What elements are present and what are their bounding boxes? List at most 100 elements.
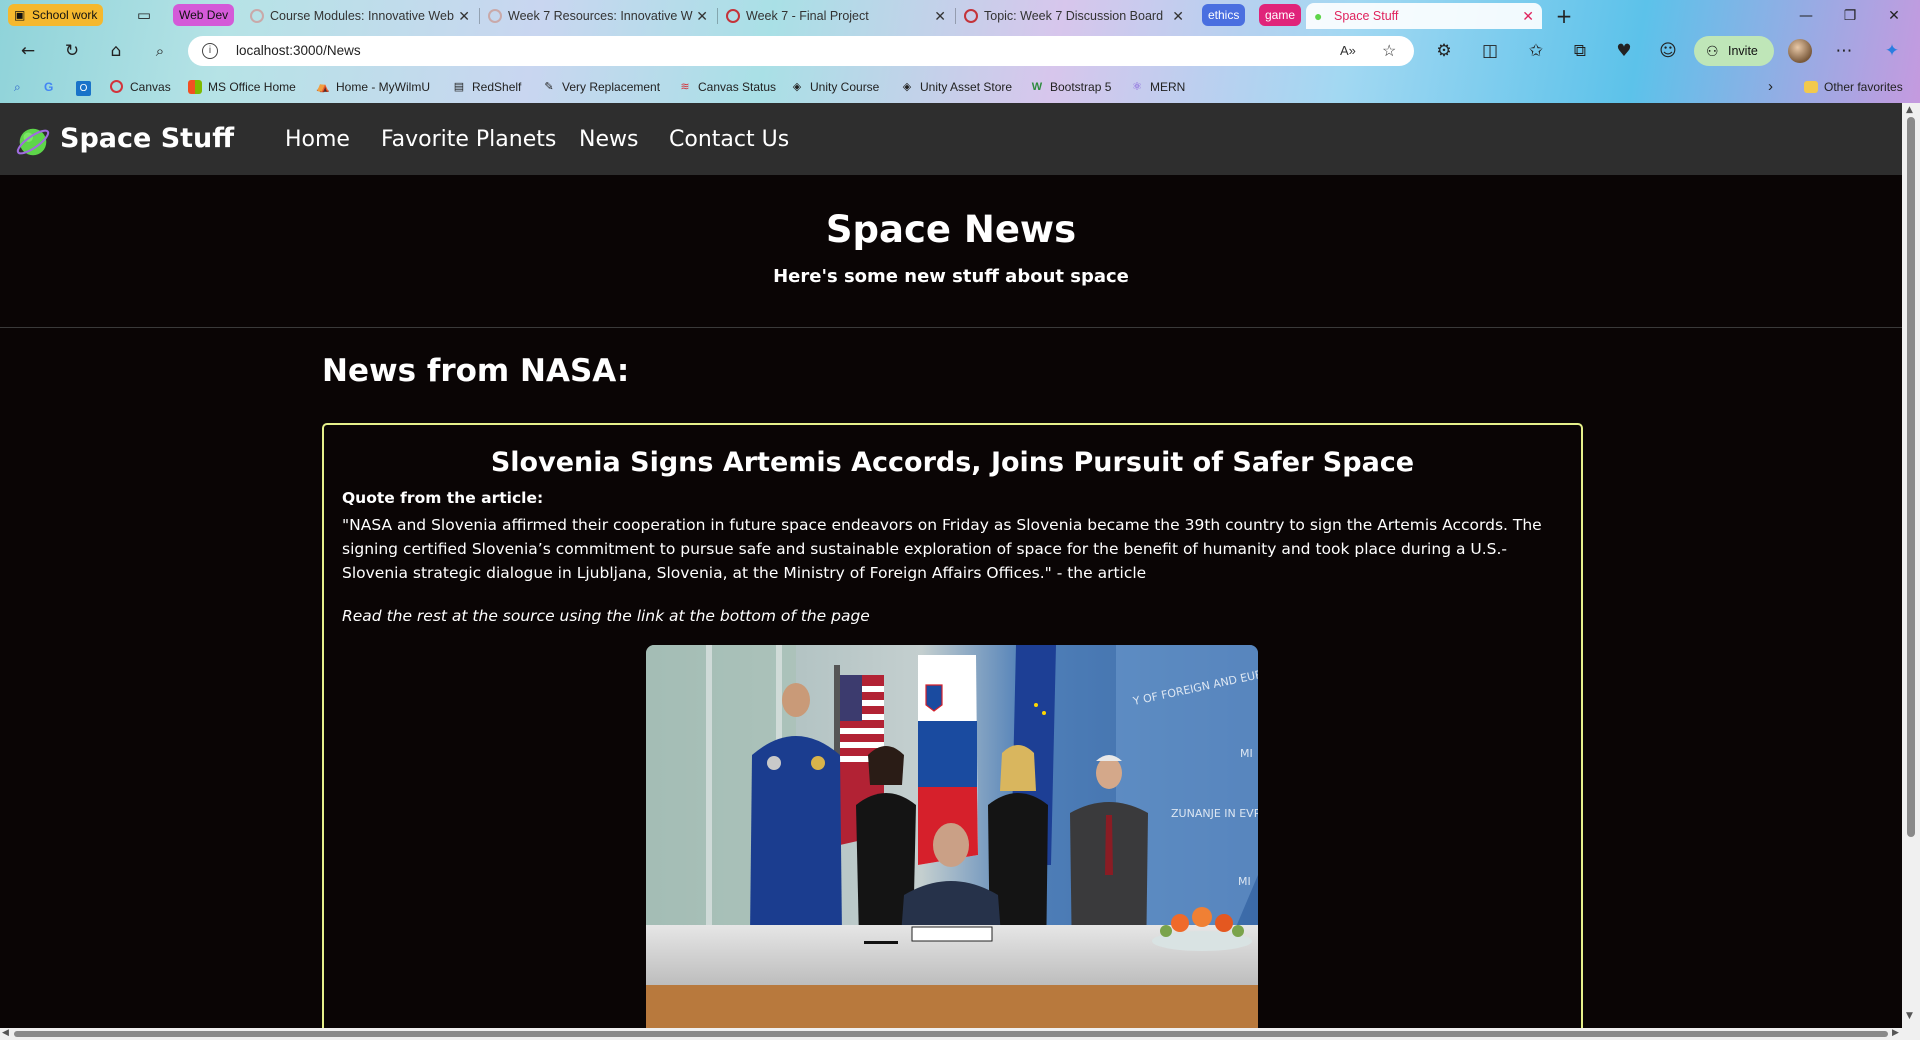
quote-label: Quote from the article: <box>342 489 544 507</box>
search-icon[interactable]: ⌕ <box>148 39 172 63</box>
home-icon[interactable]: ⌂ <box>104 39 128 63</box>
close-icon[interactable]: ✕ <box>1172 3 1184 29</box>
status-icon: ≋ <box>680 81 690 93</box>
bookmark-canvas-status[interactable]: ≋ Canvas Status <box>678 76 776 98</box>
canvas-icon <box>726 9 740 23</box>
maximize-button[interactable]: ❐ <box>1830 4 1870 28</box>
photo-wall-text: MI <box>1238 875 1251 888</box>
bookmarks-overflow-chevron-icon[interactable]: › <box>1768 76 1773 98</box>
close-window-button[interactable]: ✕ <box>1874 4 1914 28</box>
bookmark-unity-asset-store[interactable]: ◈ Unity Asset Store <box>900 76 1012 98</box>
read-more-note: Read the rest at the source using the li… <box>342 607 870 625</box>
bookmark-very-replacement[interactable]: ✎ Very Replacement <box>542 76 660 98</box>
nav-home[interactable]: Home <box>285 127 350 152</box>
more-options-icon[interactable]: ⋯ <box>1832 39 1856 63</box>
planet-logo-icon <box>16 128 50 156</box>
canvas-icon <box>488 9 502 23</box>
bookmarks-bar: ⌕ G O Canvas MS Office Home ⛺ Home - MyW… <box>0 70 1920 103</box>
photo-wall-text: ZUNANJE IN EVRO <box>1171 807 1258 820</box>
planet-icon: ● <box>1314 8 1323 24</box>
tab-group-ethics[interactable]: ethics <box>1202 4 1246 26</box>
vertical-scrollbar[interactable]: ▲ ▼ <box>1902 103 1920 1028</box>
workspace-icon: ▣ <box>14 8 26 22</box>
people-icon: ⚇ <box>1706 43 1719 59</box>
close-icon[interactable]: ✕ <box>934 3 946 29</box>
new-tab-button[interactable]: + <box>1544 4 1584 28</box>
article-quote: "NASA and Slovenia affirmed their cooper… <box>342 516 1542 582</box>
canvas-icon <box>964 9 978 23</box>
page-subtitle: Here's some new stuff about space <box>773 266 1129 287</box>
tab-actions-icon[interactable]: ▭ <box>132 3 156 27</box>
site-info-icon[interactable]: i <box>202 43 218 59</box>
refresh-icon[interactable]: ↻ <box>60 39 84 63</box>
horizontal-scrollbar[interactable]: ◀ ▶ <box>0 1028 1902 1040</box>
scroll-down-icon[interactable]: ▼ <box>1906 1011 1913 1021</box>
avatar[interactable] <box>1788 39 1812 63</box>
feedback-icon[interactable]: ☺ <box>1656 39 1680 63</box>
site-navbar: Space Stuff Home Favorite Planets News C… <box>0 103 1902 175</box>
scrollbar-thumb[interactable] <box>1907 117 1915 837</box>
close-icon[interactable]: ✕ <box>458 3 470 29</box>
scrollbar-corner <box>1902 1028 1920 1040</box>
brand-name[interactable]: Space Stuff <box>60 123 234 154</box>
address-url[interactable]: localhost:3000/News <box>236 43 361 58</box>
bookmark-unity-course[interactable]: ◈ Unity Course <box>790 76 880 98</box>
read-aloud-icon[interactable]: A» <box>1340 43 1356 58</box>
close-icon[interactable]: ✕ <box>696 3 708 29</box>
unity-icon: ◈ <box>902 81 912 93</box>
split-screen-icon[interactable]: ◫ <box>1478 39 1502 63</box>
copilot-icon[interactable]: ✦ <box>1880 39 1904 63</box>
nav-favorite-planets[interactable]: Favorite Planets <box>381 127 556 152</box>
hero-banner: Space News Here's some new stuff about s… <box>0 175 1902 328</box>
bookmark-mern[interactable]: ⚛ MERN <box>1130 76 1185 98</box>
browser-toolbar: ← ↻ ⌂ ⌕ i localhost:3000/News A» ☆ ⚙ ◫ ✩… <box>0 33 1920 69</box>
article-card: Slovenia Signs Artemis Accords, Joins Pu… <box>322 423 1583 1028</box>
pen-icon: ✎ <box>544 81 554 93</box>
office-icon <box>188 80 202 94</box>
close-icon[interactable]: ✕ <box>1522 3 1534 29</box>
tab-space-stuff[interactable]: ● Space Stuff ✕ <box>1306 3 1542 29</box>
bootstrap-icon: W <box>1031 81 1043 93</box>
browser-essentials-icon[interactable]: ♥ <box>1612 39 1636 63</box>
outlook-icon: O <box>76 81 91 96</box>
bookmark-ms-office[interactable]: MS Office Home <box>188 76 296 98</box>
bookmark-search[interactable]: ⌕ <box>14 76 21 98</box>
back-icon[interactable]: ← <box>16 39 40 63</box>
photo-wall-text: MI <box>1240 747 1253 760</box>
collections-icon[interactable]: ⧉ <box>1568 39 1592 63</box>
invite-button[interactable]: ⚇ Invite <box>1694 36 1774 66</box>
article-photo: Y OF FOREIGN AND EURO MI ZUNANJE IN EVRO… <box>646 645 1258 1028</box>
tab-group-school-work[interactable]: ▣ School work <box>8 4 104 26</box>
scrollbar-thumb[interactable] <box>14 1031 1888 1037</box>
bookmark-outlook[interactable]: O <box>76 76 91 98</box>
scroll-left-icon[interactable]: ◀ <box>2 1028 9 1038</box>
bookmark-canvas[interactable]: Canvas <box>110 76 171 98</box>
page-title: Space News <box>825 208 1077 251</box>
tab-strip: ▣ School work ▭ Web Dev Course Modules: … <box>0 0 1920 32</box>
address-bar[interactable]: i localhost:3000/News A» ☆ <box>188 36 1414 66</box>
nav-news[interactable]: News <box>579 127 638 152</box>
tab-week7-discussion[interactable]: Topic: Week 7 Discussion Board ✕ <box>956 3 1192 29</box>
bookmark-mywilmu[interactable]: ⛺ Home - MyWilmU <box>316 76 430 98</box>
scroll-up-icon[interactable]: ▲ <box>1906 105 1913 115</box>
scroll-right-icon[interactable]: ▶ <box>1892 1028 1899 1038</box>
tab-course-modules[interactable]: Course Modules: Innovative Web ✕ <box>242 3 478 29</box>
extensions-icon[interactable]: ⚙ <box>1432 39 1456 63</box>
favorites-icon[interactable]: ✩ <box>1524 39 1548 63</box>
tab-week7-resources[interactable]: Week 7 Resources: Innovative W ✕ <box>480 3 716 29</box>
tab-group-game[interactable]: game <box>1259 4 1302 26</box>
tab-group-web-dev[interactable]: Web Dev <box>173 4 235 26</box>
folder-icon <box>1804 81 1818 93</box>
article-title: Slovenia Signs Artemis Accords, Joins Pu… <box>490 447 1415 478</box>
bookmark-bootstrap[interactable]: W Bootstrap 5 <box>1030 76 1112 98</box>
tab-week7-final-project[interactable]: Week 7 - Final Project ✕ <box>718 3 954 29</box>
favorite-star-icon[interactable]: ☆ <box>1382 41 1396 61</box>
bookmark-redshelf[interactable]: ▤ RedShelf <box>452 76 522 98</box>
section-heading: News from NASA: <box>322 353 630 389</box>
unity-icon: ◈ <box>792 81 802 93</box>
web-page: Space Stuff Home Favorite Planets News C… <box>0 103 1902 1028</box>
minimize-button[interactable]: — <box>1786 4 1826 28</box>
bookmark-google[interactable]: G <box>44 76 53 98</box>
other-favorites[interactable]: Other favorites <box>1804 76 1903 98</box>
nav-contact-us[interactable]: Contact Us <box>669 127 789 152</box>
